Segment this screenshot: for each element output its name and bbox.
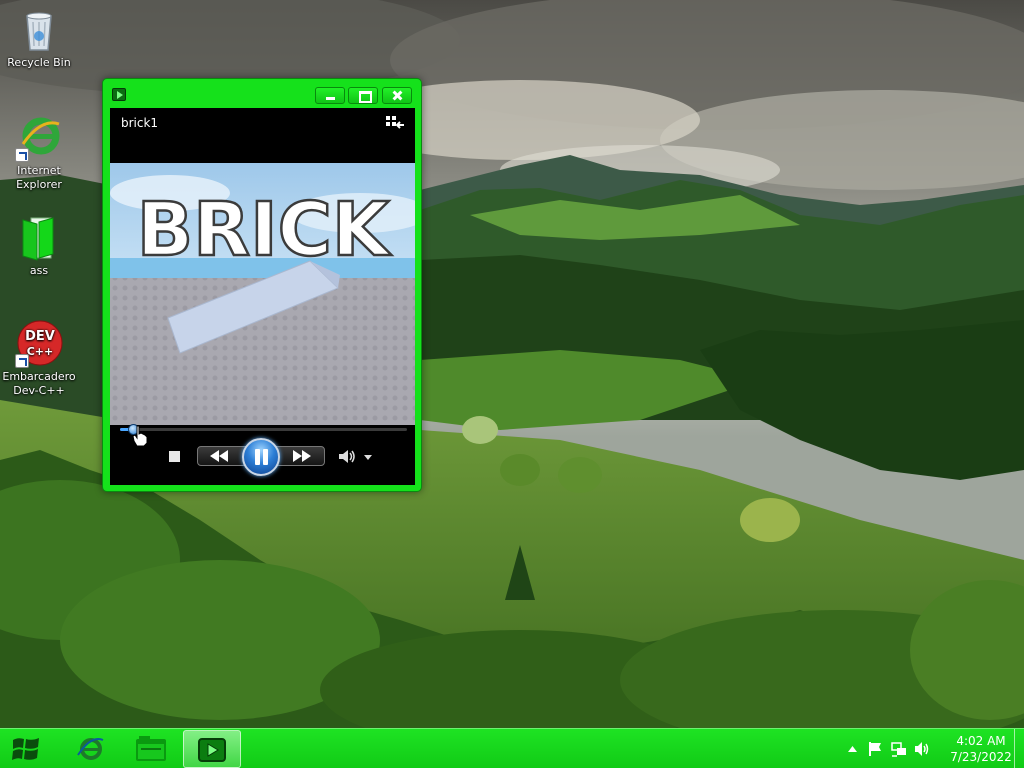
media-title: brick1 — [121, 116, 159, 130]
seek-bar[interactable] — [120, 424, 407, 435]
internet-explorer-icon — [77, 738, 104, 760]
switch-to-library-icon[interactable] — [385, 115, 405, 133]
dev-cpp-icon: DEV C++ — [15, 320, 63, 368]
rewind-button[interactable] — [208, 450, 230, 462]
network-icon[interactable] — [891, 741, 907, 757]
desktop-icon-dev-cpp[interactable]: DEV C++ Embarcadero Dev-C++ — [0, 320, 78, 398]
taskbar-windows-explorer[interactable] — [122, 730, 180, 768]
start-button[interactable] — [10, 733, 42, 765]
svg-text:DEV: DEV — [25, 329, 55, 344]
show-desktop-button[interactable] — [1014, 729, 1024, 768]
video-frame[interactable]: BRICK — [110, 163, 415, 425]
fast-forward-button[interactable] — [291, 450, 313, 462]
maximize-button[interactable] — [348, 87, 378, 104]
desktop-icon-recycle-bin[interactable]: Recycle Bin — [0, 6, 78, 70]
minimize-button[interactable] — [315, 87, 345, 104]
clock-date: 7/23/2022 — [950, 750, 1012, 764]
clock-time: 4:02 AM — [956, 734, 1006, 748]
taskbar-clock[interactable]: 4:02 AM 7/23/2022 — [944, 733, 1018, 765]
shortcut-arrow-icon — [15, 148, 29, 162]
recycle-bin-icon — [15, 6, 63, 54]
shortcut-arrow-icon — [15, 354, 29, 368]
folder-icon — [15, 214, 63, 262]
close-button[interactable] — [382, 87, 412, 104]
desktop-icon-label: ass — [29, 264, 49, 277]
video-overlay-text: BRICK — [137, 187, 392, 273]
desktop-icon-internet-explorer[interactable]: Internet Explorer — [0, 114, 78, 192]
desktop-icon-label: Recycle Bin — [7, 56, 71, 69]
volume-icon[interactable] — [338, 449, 356, 464]
svg-text:C++: C++ — [27, 345, 54, 358]
pause-button[interactable] — [242, 438, 280, 476]
player-screen: brick1 BRICK — [110, 108, 415, 485]
taskbar: 4:02 AM 7/23/2022 — [0, 728, 1024, 768]
media-player-app-icon — [112, 88, 126, 101]
media-player-window[interactable]: brick1 BRICK — [102, 78, 422, 492]
volume-dropdown-icon[interactable] — [364, 455, 372, 460]
action-center-flag-icon[interactable] — [868, 741, 884, 757]
system-tray: 4:02 AM 7/23/2022 — [834, 729, 1024, 768]
playback-controls — [110, 438, 415, 478]
media-player-icon — [198, 738, 226, 762]
show-hidden-icons-icon[interactable] — [848, 745, 857, 752]
desktop-icon-folder-ass[interactable]: ass — [0, 214, 78, 278]
taskbar-windows-media-player[interactable] — [183, 730, 241, 768]
desktop-icon-label: Embarcadero Dev-C++ — [2, 370, 76, 397]
desktop-icon-label: Internet Explorer — [16, 164, 62, 191]
window-titlebar[interactable] — [103, 79, 421, 109]
stop-button[interactable] — [169, 451, 180, 462]
internet-explorer-icon — [15, 114, 63, 162]
folder-icon — [136, 736, 166, 761]
volume-icon[interactable] — [914, 741, 930, 757]
taskbar-internet-explorer[interactable] — [62, 730, 120, 768]
